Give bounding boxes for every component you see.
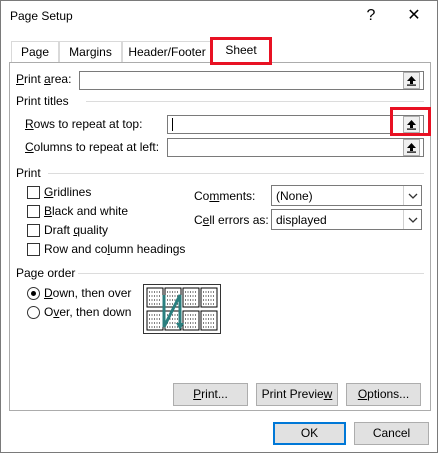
print-separator (48, 173, 424, 174)
text-cursor (172, 118, 173, 131)
ok-button[interactable]: OK (273, 422, 346, 445)
row-column-headings-label[interactable]: Row and column headings (44, 242, 185, 256)
print-area-collapse-button[interactable] (403, 72, 420, 89)
print-area-input[interactable] (79, 71, 424, 90)
row-column-headings-checkbox[interactable] (27, 243, 40, 256)
page-order-heading: Page order (16, 266, 76, 280)
print-preview-button[interactable]: Print Preview (256, 383, 338, 406)
over-then-down-radio[interactable] (27, 306, 40, 319)
chevron-down-icon[interactable] (403, 210, 421, 229)
print-heading: Print (16, 166, 41, 180)
print-button[interactable]: Print... (173, 383, 248, 406)
black-and-white-checkbox[interactable] (27, 205, 40, 218)
page-setup-dialog: Page Setup ? ✕ Page Margins Header/Foote… (0, 0, 438, 453)
cell-errors-label: Cell errors as: (194, 213, 269, 227)
print-titles-separator (86, 101, 424, 102)
draft-quality-checkbox[interactable] (27, 224, 40, 237)
print-titles-heading: Print titles (16, 94, 69, 108)
dialog-title: Page Setup (10, 9, 73, 23)
black-and-white-label[interactable]: Black and white (44, 204, 128, 218)
tab-margins[interactable]: Margins (59, 41, 122, 63)
gridlines-label[interactable]: Gridlines (44, 185, 91, 199)
print-area-label: Print area: (16, 72, 72, 86)
comments-value: (None) (276, 189, 313, 203)
comments-dropdown[interactable]: (None) (271, 185, 422, 206)
cell-errors-dropdown[interactable]: displayed (271, 209, 422, 230)
columns-to-repeat-label: Columns to repeat at left: (25, 140, 160, 154)
chevron-down-icon[interactable] (403, 186, 421, 205)
comments-label: Comments: (194, 189, 256, 203)
sheet-tab-panel: Print area: Print titles Rows to repeat … (9, 62, 431, 411)
draft-quality-label[interactable]: Draft quality (44, 223, 108, 237)
help-button[interactable]: ? (356, 5, 386, 27)
tab-header-footer[interactable]: Header/Footer (122, 41, 212, 63)
collapse-arrow-icon (407, 76, 416, 86)
gridlines-checkbox[interactable] (27, 186, 40, 199)
columns-collapse-button[interactable] (403, 139, 420, 156)
rows-to-repeat-input[interactable] (167, 115, 424, 134)
rows-to-repeat-label: Rows to repeat at top: (25, 117, 143, 131)
page-order-separator (78, 273, 424, 274)
tab-page[interactable]: Page (11, 41, 59, 63)
cell-errors-value: displayed (276, 213, 327, 227)
columns-to-repeat-input[interactable] (167, 138, 424, 157)
options-button[interactable]: Options... (346, 383, 421, 406)
over-then-down-label[interactable]: Over, then down (44, 305, 131, 319)
close-button[interactable]: ✕ (399, 5, 429, 27)
down-then-over-label[interactable]: Down, then over (44, 286, 131, 300)
rows-collapse-highlight (390, 107, 431, 136)
page-order-preview-icon (143, 284, 221, 334)
cancel-button[interactable]: Cancel (354, 422, 429, 445)
tab-sheet-highlight (210, 37, 272, 65)
collapse-arrow-icon (407, 143, 416, 153)
down-then-over-radio[interactable] (27, 287, 40, 300)
